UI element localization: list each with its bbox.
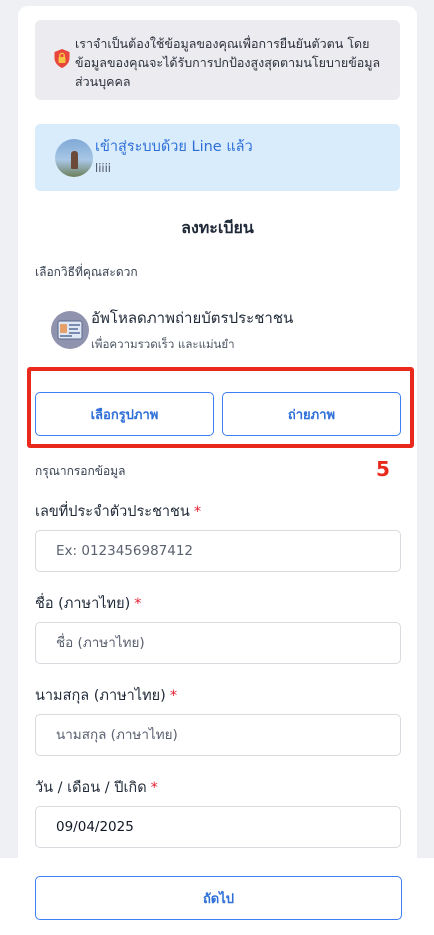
id-number-input[interactable]	[35, 530, 401, 572]
highlight-frame	[27, 367, 414, 448]
upload-option-subtitle: เพื่อความรวดเร็ว และแม่นยำ	[91, 337, 235, 351]
required-mark: *	[134, 596, 142, 612]
id-card-icon	[51, 311, 89, 349]
dob-label-text: วัน / เดือน / ปีเกิด	[35, 780, 147, 796]
upload-option-title: อัพโหลดภาพถ่ายบัตรประชาชน	[91, 309, 294, 327]
privacy-notice: เราจำเป็นต้องใช้ข้อมูลของคุณเพื่อการยืนย…	[35, 20, 400, 100]
last-name-label-text: นามสกุล (ภาษาไทย)	[35, 688, 166, 704]
line-login-title: เข้าสู่ระบบด้วย Line แล้ว	[95, 138, 253, 155]
first-name-label: ชื่อ (ภาษาไทย) *	[35, 592, 141, 615]
shield-lock-icon	[53, 48, 73, 73]
first-name-input[interactable]	[35, 622, 401, 664]
required-mark: *	[193, 504, 202, 520]
dob-input[interactable]	[35, 806, 401, 848]
required-mark: *	[169, 688, 178, 704]
privacy-notice-text: เราจำเป็นต้องใช้ข้อมูลของคุณเพื่อการยืนย…	[75, 36, 381, 89]
choose-method-label: เลือกวิธีที่คุณสะดวก	[35, 265, 138, 279]
upload-id-card-option: อัพโหลดภาพถ่ายบัตรประชาชน เพื่อความรวดเร…	[51, 306, 293, 354]
required-mark: *	[150, 780, 158, 796]
page-title: ลงทะเบียน	[181, 218, 254, 237]
avatar	[55, 138, 93, 177]
fill-info-label: กรุณากรอกข้อมูล	[35, 464, 126, 478]
annotation-number: 5	[376, 457, 390, 481]
dob-label: วัน / เดือน / ปีเกิด *	[35, 776, 158, 799]
first-name-label-text: ชื่อ (ภาษาไทย)	[35, 596, 131, 612]
footer-bar: ถัดไป	[0, 858, 434, 935]
id-number-label: เลขที่ประจำตัวประชาชน *	[35, 500, 201, 523]
last-name-input[interactable]	[35, 714, 401, 756]
id-number-label-text: เลขที่ประจำตัวประชาชน	[35, 504, 190, 520]
line-username: liiii	[95, 160, 111, 175]
last-name-label: นามสกุล (ภาษาไทย) *	[35, 684, 177, 707]
line-login-status: เข้าสู่ระบบด้วย Line แล้ว liiii	[35, 124, 400, 191]
next-button[interactable]: ถัดไป	[35, 876, 402, 920]
